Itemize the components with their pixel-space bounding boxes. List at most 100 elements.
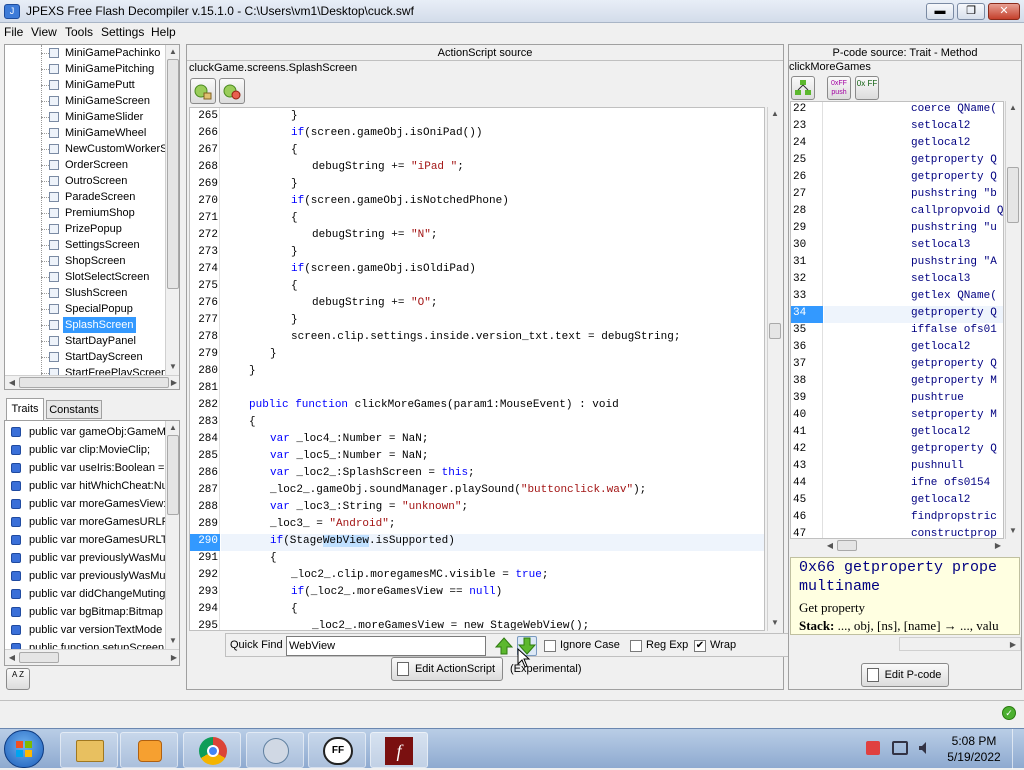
maximize-button[interactable]: ❐	[957, 3, 985, 20]
scroll-down-icon[interactable]: ▼	[167, 635, 179, 647]
volume-icon[interactable]	[918, 741, 932, 755]
close-button[interactable]: ✕	[988, 3, 1020, 20]
tree-item[interactable]: MiniGamePachinko	[5, 45, 165, 61]
taskbar-installer[interactable]	[246, 732, 304, 768]
tree-item[interactable]: SpecialPopup	[5, 301, 165, 317]
tree-item[interactable]: SlushScreen	[5, 285, 165, 301]
taskbar-chrome[interactable]	[183, 732, 241, 768]
menu-settings[interactable]: Settings	[101, 25, 144, 39]
quick-find-input[interactable]: WebView	[286, 636, 486, 656]
scroll-down-icon[interactable]: ▼	[167, 361, 179, 373]
code-line: }	[291, 314, 298, 326]
tree-item[interactable]: OutroScreen	[5, 173, 165, 189]
network-icon[interactable]	[892, 741, 908, 755]
tree-item[interactable]: StartDayPanel	[5, 333, 165, 349]
traits-hscroll-thumb[interactable]	[19, 652, 59, 663]
tree-item[interactable]: MiniGameSlider	[5, 109, 165, 125]
tree-item[interactable]: ParadeScreen	[5, 189, 165, 205]
taskbar-flash-player[interactable]: f	[370, 732, 428, 768]
scroll-up-icon[interactable]: ▲	[167, 422, 179, 434]
scroll-left-icon[interactable]: ◀	[7, 652, 17, 664]
tree-item[interactable]: MiniGamePutt	[5, 77, 165, 93]
action-center-icon[interactable]	[866, 741, 880, 755]
tree-item[interactable]: MiniGameWheel	[5, 125, 165, 141]
tree-item[interactable]: OrderScreen	[5, 157, 165, 173]
scroll-up-icon[interactable]: ▲	[769, 108, 781, 120]
tree-item[interactable]: MiniGameScreen	[5, 93, 165, 109]
sort-az-button[interactable]: A Z	[6, 668, 30, 690]
tree-item-label: OrderScreen	[65, 159, 128, 171]
clock-date[interactable]: 5/19/2022	[944, 750, 1004, 764]
menu-tools[interactable]: Tools	[65, 25, 93, 39]
tree-item[interactable]: PrizePopup	[5, 221, 165, 237]
pcode-scroll-thumb[interactable]	[1007, 167, 1019, 223]
line-number: 268	[198, 161, 218, 173]
start-button[interactable]	[4, 730, 44, 768]
menu-view[interactable]: View	[31, 25, 57, 39]
find-previous-button[interactable]	[494, 636, 514, 656]
menu-help[interactable]: Help	[151, 25, 176, 39]
tab-traits[interactable]: Traits	[6, 398, 44, 420]
scroll-left-icon[interactable]: ◀	[825, 540, 835, 552]
tree-hscroll-thumb[interactable]	[19, 377, 169, 388]
tree-item[interactable]: NewCustomWorkerSc	[5, 141, 165, 157]
scroll-up-icon[interactable]: ▲	[167, 46, 179, 58]
pcode-hscroll-thumb[interactable]	[837, 540, 857, 551]
show-desktop-button[interactable]	[1012, 729, 1024, 769]
wrap-checkbox[interactable]: ✔	[694, 640, 706, 652]
scroll-down-icon[interactable]: ▼	[769, 617, 781, 629]
deobfuscate-button[interactable]	[190, 78, 216, 104]
pcode-instruction: getproperty Q	[911, 358, 997, 370]
scroll-right-icon[interactable]: ▶	[1008, 639, 1018, 651]
traits-vscrollbar[interactable]: ▲ ▼	[165, 421, 179, 649]
scroll-right-icon[interactable]: ▶	[169, 652, 179, 664]
line-number: 275	[198, 280, 218, 292]
hex-push-button[interactable]: 0xFF push	[827, 76, 851, 100]
pcode-hscrollbar[interactable]: ◀ ▶	[825, 539, 1005, 553]
tree-item[interactable]: ShopScreen	[5, 253, 165, 269]
taskbar-explorer[interactable]	[60, 732, 118, 768]
tree-item[interactable]: StartFreePlayScreen	[5, 365, 165, 375]
tree-item[interactable]: MiniGamePitching	[5, 61, 165, 77]
pcode-editor[interactable]: 22 coerce QName(23 setlocal2 24 getlocal2 25 g…	[790, 101, 1004, 539]
minimize-button[interactable]: ▬	[926, 3, 954, 20]
edit-actionscript-button[interactable]: Edit ActionScript	[391, 657, 503, 681]
ignore-case-checkbox[interactable]	[544, 640, 556, 652]
code-vscrollbar[interactable]: ▲ ▼	[767, 107, 781, 631]
code-scroll-thumb[interactable]	[769, 323, 781, 339]
graph-button[interactable]	[791, 76, 815, 100]
tree-item[interactable]: SettingsScreen	[5, 237, 165, 253]
tree-item[interactable]: StartDayScreen	[5, 349, 165, 365]
code-line: }	[270, 348, 277, 360]
title-bar[interactable]: J JPEXS Free Flash Decompiler v.15.1.0 -…	[0, 0, 1024, 23]
tree-scroll-thumb[interactable]	[167, 59, 179, 289]
taskbar-ffdec[interactable]: FF	[308, 732, 366, 768]
tree-item[interactable]: SplashScreen	[5, 317, 165, 333]
line-number: 272	[198, 229, 218, 241]
scroll-left-icon[interactable]: ◀	[7, 377, 17, 389]
scroll-right-icon[interactable]: ▶	[993, 540, 1003, 552]
taskbar-media-player[interactable]	[120, 732, 178, 768]
traits-scroll-thumb[interactable]	[167, 435, 179, 515]
hex-ff-button[interactable]: 0x FF	[855, 76, 879, 100]
settings-deobfuscate-button[interactable]	[219, 78, 245, 104]
code-token: _loc3_ =	[270, 518, 330, 530]
scroll-up-icon[interactable]: ▲	[1007, 102, 1019, 114]
pcode-line-number: 40	[793, 409, 807, 421]
tab-constants[interactable]: Constants	[46, 400, 102, 419]
traits-hscrollbar[interactable]: ◀ ▶	[5, 649, 179, 665]
tree-item[interactable]: PremiumShop	[5, 205, 165, 221]
clock-time[interactable]: 5:08 PM	[944, 734, 1004, 748]
tree-hscrollbar[interactable]: ◀ ▶	[5, 375, 179, 389]
tree-vscrollbar[interactable]: ▲ ▼	[165, 45, 179, 375]
menu-file[interactable]: File	[4, 25, 23, 39]
tree-item[interactable]: SlotSelectScreen	[5, 269, 165, 285]
scroll-down-icon[interactable]: ▼	[1007, 525, 1019, 537]
actionscript-editor[interactable]: 265} 266 if(screen.gameObj.isOniPad()) 267{…	[189, 107, 765, 631]
edit-pcode-button[interactable]: Edit P-code	[861, 663, 949, 687]
scroll-right-icon[interactable]: ▶	[169, 377, 179, 389]
regexp-checkbox[interactable]	[630, 640, 642, 652]
doc-hscrollbar[interactable]: ▶	[899, 637, 1021, 651]
line-number: 294	[198, 603, 218, 615]
pcode-vscrollbar[interactable]: ▲ ▼	[1005, 101, 1019, 539]
